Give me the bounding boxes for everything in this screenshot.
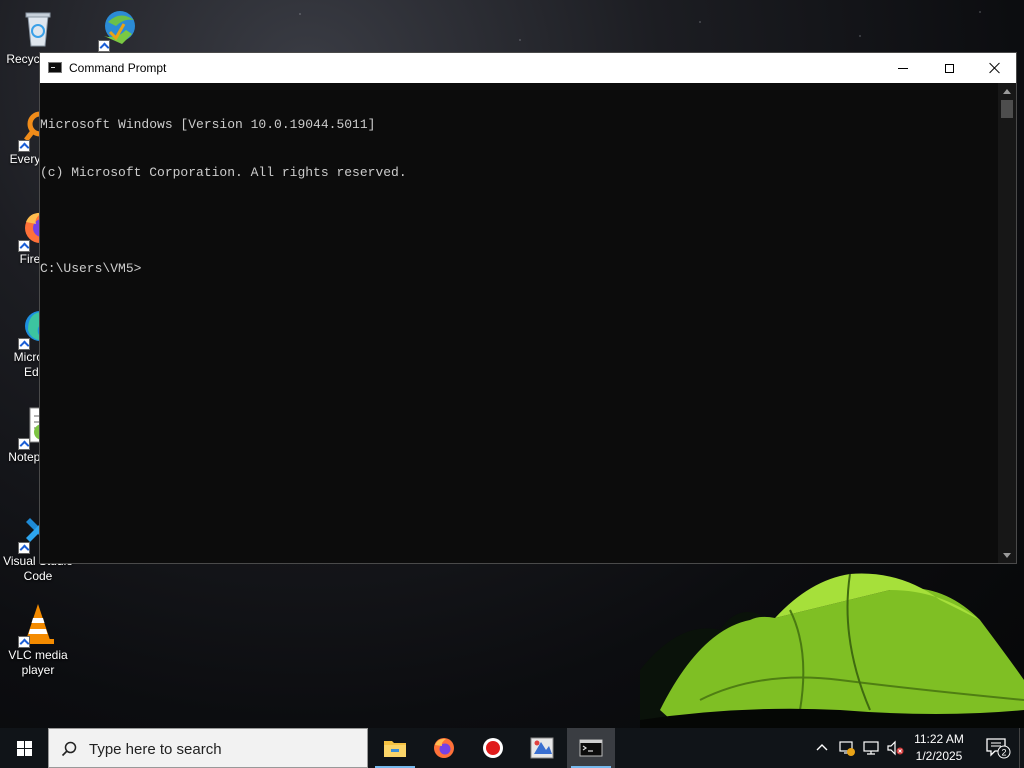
scroll-up-button[interactable] <box>998 83 1016 99</box>
taskbar-app-command-prompt[interactable] <box>567 728 615 768</box>
desktop-icon-vlc[interactable]: VLC media player <box>0 602 76 678</box>
windows-logo-icon <box>16 740 32 756</box>
show-desktop-button[interactable] <box>1019 728 1024 768</box>
file-explorer-icon <box>384 741 406 757</box>
maximize-icon <box>944 63 954 73</box>
search-box[interactable]: Type here to search <box>48 728 368 768</box>
shortcut-arrow-icon <box>18 240 30 252</box>
desktop-icon-label: VLC media player <box>8 648 68 677</box>
command-prompt-window[interactable]: Command Prompt Microsoft Windows [Versio… <box>39 52 1017 564</box>
scrollbar-thumb[interactable] <box>1001 100 1013 118</box>
shortcut-arrow-icon <box>18 338 30 350</box>
clock-time: 11:22 AM <box>914 732 964 746</box>
start-button[interactable] <box>0 728 48 768</box>
shortcut-arrow-icon <box>98 40 110 52</box>
idm-icon <box>96 6 140 52</box>
shortcut-arrow-icon <box>18 636 30 648</box>
minimize-button[interactable] <box>880 53 926 83</box>
chevron-down-icon <box>1003 552 1011 558</box>
console-line: (c) Microsoft Corporation. All rights re… <box>40 165 407 180</box>
window-title: Command Prompt <box>69 61 167 75</box>
close-button[interactable] <box>972 53 1018 83</box>
desktop-icon-idm[interactable] <box>80 6 156 52</box>
desktop: Recycle Bin Everything Firefox Microsoft… <box>0 0 1024 728</box>
shortcut-arrow-icon <box>18 140 30 152</box>
vertical-scrollbar[interactable] <box>998 83 1016 563</box>
close-icon <box>989 62 1001 74</box>
notification-icon: 2 <box>986 738 1011 759</box>
shortcut-arrow-icon <box>18 438 30 450</box>
wallpaper-tent <box>640 573 1024 728</box>
cmd-icon <box>579 739 603 757</box>
taskbar-app-paint[interactable] <box>518 728 566 768</box>
action-center-button[interactable]: 2 <box>978 728 1018 768</box>
scroll-down-button[interactable] <box>998 547 1016 563</box>
maximize-button[interactable] <box>926 53 972 83</box>
taskbar-app-firefox[interactable] <box>420 728 468 768</box>
chevron-up-icon[interactable] <box>814 740 830 756</box>
window-titlebar[interactable]: Command Prompt <box>40 53 1016 83</box>
search-placeholder: Type here to search <box>89 741 222 758</box>
monitor-icon[interactable] <box>862 739 880 757</box>
search-icon <box>61 741 77 757</box>
notification-count: 2 <box>1001 748 1006 758</box>
taskbar-app-recorder[interactable] <box>469 728 517 768</box>
console-line: Microsoft Windows [Version 10.0.19044.50… <box>40 117 376 132</box>
chevron-up-icon <box>1003 88 1011 94</box>
clock-date: 1/2/2025 <box>915 749 963 763</box>
network-error-icon[interactable] <box>838 739 856 757</box>
shortcut-arrow-icon <box>18 542 30 554</box>
console-prompt[interactable]: C:\Users\VM5> <box>40 261 998 277</box>
console-output[interactable]: Microsoft Windows [Version 10.0.19044.50… <box>40 83 998 563</box>
vlc-icon <box>16 602 60 648</box>
minimize-icon <box>898 67 908 69</box>
taskbar-app-file-explorer[interactable] <box>371 728 419 768</box>
system-clock[interactable]: 11:22 AM 1/2/2025 <box>906 731 972 765</box>
record-icon <box>483 738 503 758</box>
volume-muted-icon[interactable] <box>886 739 904 757</box>
recycle-bin-icon <box>16 6 60 50</box>
paint-icon <box>530 737 554 759</box>
firefox-icon <box>434 738 454 758</box>
cmd-icon <box>48 62 62 73</box>
taskbar: Type here to search 11:22 AM 1/2/2025 2 <box>0 728 1024 768</box>
